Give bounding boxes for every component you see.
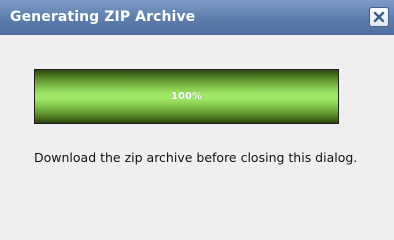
close-icon	[373, 11, 385, 23]
progress-bar: 100%	[34, 69, 339, 124]
zip-dialog: Generating ZIP Archive 100% Download the…	[0, 0, 394, 219]
close-button[interactable]	[369, 7, 389, 27]
dialog-title: Generating ZIP Archive	[10, 9, 196, 25]
dialog-message: Download the zip archive before closing …	[34, 150, 358, 165]
progress-label: 100%	[171, 91, 202, 102]
dialog-titlebar[interactable]: Generating ZIP Archive	[0, 0, 394, 35]
